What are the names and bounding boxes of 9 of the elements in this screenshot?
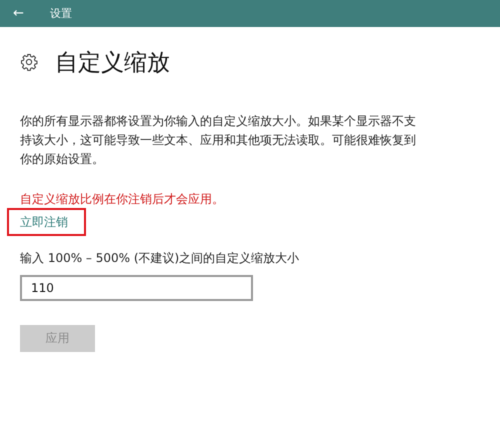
settings-icon — [20, 53, 38, 71]
scale-input-field[interactable]: 110 — [20, 275, 253, 301]
description-text: 你的所有显示器都将设置为你输入的自定义缩放大小。如果某个显示器不支持该大小，这可能导致一些文本、应用和其他项无法读取。可能很难恢复到你的原始设置。 — [20, 113, 417, 168]
warning-text: 自定义缩放比例在你注销后才会应用。 — [20, 191, 225, 208]
field-label: 输入 100% – 500% (不建议)之间的自定义缩放大小 — [20, 250, 300, 267]
page-title: 自定义缩放 — [55, 48, 170, 78]
sign-out-link[interactable]: 立即注销 — [20, 215, 68, 229]
window-title: 设置 — [50, 6, 72, 21]
back-button[interactable]: ← — [13, 6, 33, 21]
